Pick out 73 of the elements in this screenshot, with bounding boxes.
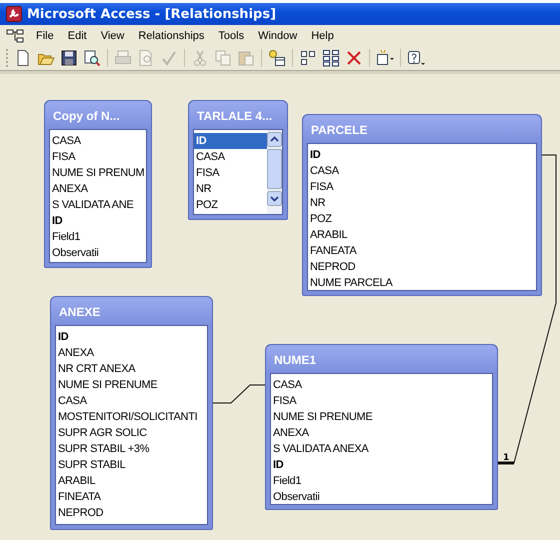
field-name[interactable]: CASA	[56, 393, 207, 409]
field-name[interactable]: FISA	[271, 393, 492, 409]
help-icon[interactable]	[407, 49, 425, 67]
table-add-icon[interactable]	[268, 49, 286, 67]
table-pair-icon[interactable]	[299, 49, 317, 67]
scrollbar[interactable]	[267, 130, 282, 214]
field-name[interactable]: FANEATA	[308, 243, 536, 259]
field-name[interactable]: S VALIDATA ANEXA	[271, 441, 492, 457]
field-name[interactable]: ID	[50, 213, 146, 229]
table-title: Copy of N...	[45, 101, 151, 129]
field-name[interactable]: POZ	[308, 211, 536, 227]
field-name[interactable]: FISA	[194, 165, 267, 181]
new-object-icon[interactable]	[376, 49, 394, 67]
menu-item[interactable]: Tools	[212, 28, 250, 44]
menu-item[interactable]: Relationships	[132, 28, 210, 44]
table-title: PARCELE	[303, 115, 541, 143]
table-window[interactable]: PARCELE ID CASA FISA NR POZ ARABIL FANEATA NEPROD NUME PARCELA	[302, 114, 542, 296]
table-grid-icon[interactable]	[322, 49, 340, 67]
scroll-thumb[interactable]	[267, 149, 282, 189]
menu-item[interactable]: View	[94, 28, 130, 44]
field-name[interactable]: SUPR STABIL	[56, 457, 207, 473]
field-name[interactable]: Observatii	[50, 245, 146, 261]
table-window[interactable]: ANEXE ID ANEXA NR CRT ANEXA NUME SI PRENUME CASA MOSTENITORI/SOLICITANTI SUPR AGR SOLIC SUPR STABIL +3% SUPR STABIL ARABIL FINEATA NEPROD	[50, 296, 213, 530]
menu-item[interactable]: Window	[252, 28, 304, 44]
field-name[interactable]: FISA	[50, 149, 146, 165]
table-window[interactable]: NUME1 CASA FISA NUME SI PRENUME ANEXA S VALIDATA ANEXA ID Field1 Observatii	[265, 344, 498, 510]
table-title: TARLALE 4...	[189, 101, 287, 129]
field-name[interactable]: CASA	[194, 149, 267, 165]
field-name[interactable]: ID	[271, 457, 492, 473]
relationship-line[interactable]	[498, 154, 556, 464]
field-name[interactable]: FISA	[308, 179, 536, 195]
field-name[interactable]: MOSTENITORI/SOLICITANTI	[56, 409, 207, 425]
window-title: Microsoft Access - [Relationships]	[27, 6, 276, 22]
field-name[interactable]: NR	[308, 195, 536, 211]
field-name[interactable]: ID	[56, 329, 207, 345]
field-name[interactable]: ANEXA	[56, 345, 207, 361]
field-name[interactable]: S VALIDATA ANE	[50, 197, 146, 213]
menu-item[interactable]: Edit	[62, 28, 93, 44]
field-name[interactable]: NR CRT ANEXA	[56, 361, 207, 377]
field-name[interactable]: NUME SI PRENUM	[50, 165, 146, 181]
field-name[interactable]: ID	[308, 147, 536, 163]
cardinality-label: 1	[503, 453, 510, 463]
field-name[interactable]: Field1	[50, 229, 146, 245]
field-name[interactable]: NEPROD	[308, 259, 536, 275]
field-name[interactable]: POZ	[194, 197, 267, 213]
field-name[interactable]: ARABIL	[56, 473, 207, 489]
table-title: NUME1	[266, 345, 497, 373]
field-name[interactable]: ID	[194, 133, 267, 149]
field-name[interactable]: ANEXA	[271, 425, 492, 441]
field-name[interactable]: NUME SI PRENUME	[271, 409, 492, 425]
field-name[interactable]: Observatii	[271, 489, 492, 504]
table-title: ANEXE	[51, 297, 212, 325]
field-name[interactable]: ANEXA	[50, 181, 146, 197]
field-name[interactable]: Field1	[271, 473, 492, 489]
field-name[interactable]: NUME PARCELA	[308, 275, 536, 290]
field-name[interactable]: CASA	[50, 133, 146, 149]
relationship-line[interactable]	[212, 384, 266, 404]
menu-item[interactable]: Help	[305, 28, 340, 44]
table-window[interactable]: Copy of N... CASA FISA NUME SI PRENUM ANEXA S VALIDATA ANE ID Field1 Observatii	[44, 100, 152, 268]
field-name[interactable]: ARABIL	[308, 227, 536, 243]
table-window[interactable]: TARLALE 4... ID CASA FISA NR POZ	[188, 100, 288, 220]
field-name[interactable]: SUPR AGR SOLIC	[56, 425, 207, 441]
delete-icon[interactable]	[345, 49, 363, 67]
field-name[interactable]: NEPROD	[56, 505, 207, 521]
field-name[interactable]: FINEATA	[56, 489, 207, 505]
menu-item[interactable]: File	[30, 28, 60, 44]
field-name[interactable]: NUME SI PRENUME	[56, 377, 207, 393]
field-name[interactable]: NR	[194, 181, 267, 197]
relationships-icon[interactable]	[6, 28, 24, 42]
field-name[interactable]: CASA	[271, 377, 492, 393]
field-name[interactable]: SUPR STABIL +3%	[56, 441, 207, 457]
file-search-icon[interactable]	[83, 49, 101, 67]
field-name[interactable]: CASA	[308, 163, 536, 179]
